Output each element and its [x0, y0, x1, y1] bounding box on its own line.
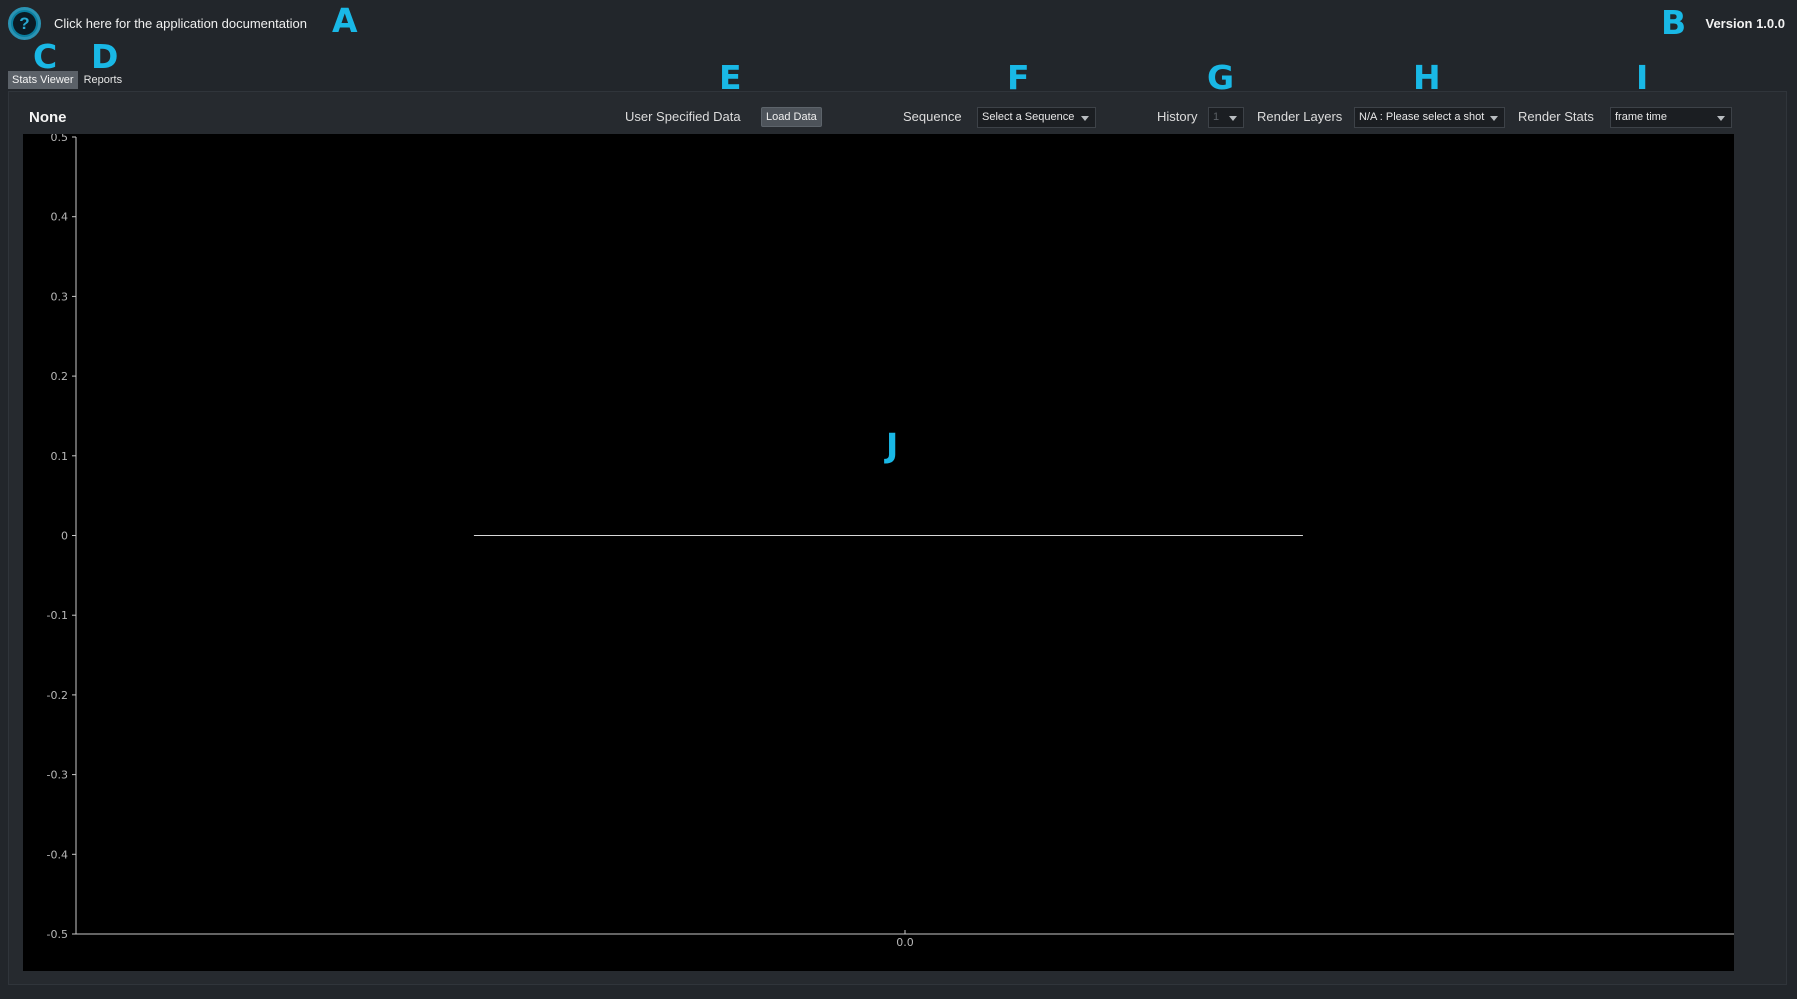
- annotation-h: H: [1413, 58, 1441, 97]
- y-tick-label: -0.1: [47, 609, 68, 622]
- y-tick-label: 0: [61, 530, 68, 543]
- render-layers-label: Render Layers: [1257, 109, 1343, 124]
- y-tick-label: 0.2: [51, 370, 69, 383]
- annotation-f: F: [1007, 58, 1030, 97]
- x-tick-label: 0.0: [896, 936, 914, 949]
- annotation-a: A: [332, 1, 358, 40]
- stats-plot[interactable]: 0.5 0.4 0.3 0.2 0.1 0 -0.1 -0.2 -0.3 -0.4 -0.5 0.0: [23, 134, 1734, 971]
- help-icon[interactable]: ?: [8, 7, 41, 40]
- annotation-e: E: [719, 58, 742, 97]
- sequence-dropdown[interactable]: Select a Sequence: [977, 107, 1096, 128]
- annotation-g: G: [1207, 58, 1235, 97]
- annotation-d: D: [91, 37, 119, 76]
- plot-canvas: 0.5 0.4 0.3 0.2 0.1 0 -0.1 -0.2 -0.3 -0.4 -0.5 0.0: [47, 134, 1734, 949]
- render-stats-label: Render Stats: [1518, 109, 1594, 124]
- annotation-i: I: [1636, 58, 1649, 97]
- app-window: ? Click here for the application documen…: [0, 0, 1797, 999]
- chevron-down-icon: [1717, 116, 1725, 121]
- y-tick-label: -0.2: [47, 689, 68, 702]
- render-layers-value: N/A : Please select a shot: [1359, 111, 1485, 123]
- question-mark-icon: ?: [13, 12, 36, 35]
- tab-bar: Stats Viewer Reports: [8, 71, 126, 89]
- version-label: Version 1.0.0: [1705, 16, 1786, 31]
- y-tick-label: -0.5: [47, 928, 68, 941]
- annotation-b: B: [1661, 3, 1687, 42]
- tab-reports[interactable]: Reports: [80, 71, 127, 89]
- sequence-label: Sequence: [903, 109, 962, 124]
- render-layers-dropdown[interactable]: N/A : Please select a shot: [1354, 107, 1505, 128]
- tab-stats-viewer[interactable]: Stats Viewer: [8, 71, 78, 89]
- chevron-down-icon: [1490, 116, 1498, 121]
- render-stats-value: frame time: [1615, 111, 1667, 123]
- documentation-link[interactable]: Click here for the application documenta…: [54, 16, 307, 31]
- sequence-value: Select a Sequence: [982, 111, 1075, 123]
- history-value: 1: [1213, 111, 1220, 123]
- history-label: History: [1157, 109, 1198, 124]
- load-data-button[interactable]: Load Data: [761, 107, 822, 127]
- y-tick-label: 0.3: [51, 290, 69, 303]
- stats-viewer-panel: None User Specified Data Load Data Seque…: [8, 91, 1787, 985]
- annotation-c: C: [33, 37, 58, 76]
- y-tick-label: -0.3: [47, 769, 68, 782]
- annotation-j: J: [886, 426, 899, 465]
- shot-title: None: [29, 109, 67, 126]
- y-tick-label: 0.1: [51, 450, 69, 463]
- y-tick-label: 0.5: [51, 134, 69, 144]
- history-dropdown[interactable]: 1: [1208, 107, 1244, 128]
- y-tick-label: 0.4: [51, 211, 69, 224]
- user-data-label: User Specified Data: [625, 109, 741, 124]
- y-tick-label: -0.4: [47, 848, 68, 861]
- render-stats-dropdown[interactable]: frame time: [1610, 107, 1732, 128]
- chevron-down-icon: [1229, 116, 1237, 121]
- chevron-down-icon: [1081, 116, 1089, 121]
